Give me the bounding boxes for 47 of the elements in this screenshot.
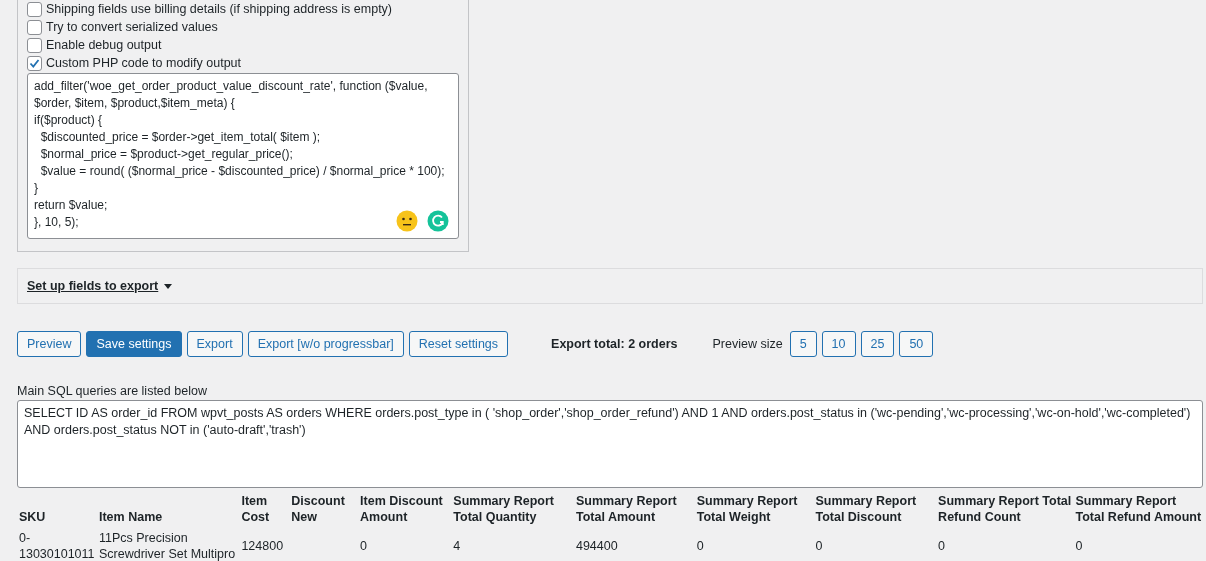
table-cell: 4 (453, 539, 461, 553)
table-cell: 0-13030101011 (19, 531, 95, 561)
table-cell: 0 (360, 539, 368, 553)
preview-size-label: Preview size (712, 337, 783, 351)
table-cell: 0 (815, 539, 823, 553)
checkbox[interactable] (27, 19, 42, 35)
checkbox-label: Shipping fields use billing details (if shipping address is empty) (46, 2, 392, 16)
table-cell: 11Pcs Precision Screwdriver Set Multipro (99, 531, 236, 561)
caret-icon[interactable] (164, 283, 173, 289)
table-cell: 0 (696, 539, 704, 553)
checkbox-label: Enable debug output (46, 38, 162, 52)
checkbox-label: Custom PHP code to modify output (46, 56, 241, 70)
preview-size-button[interactable]: 10 (821, 331, 856, 357)
table-cell: 0 (938, 539, 946, 553)
preview-size-button[interactable]: 50 (899, 331, 934, 357)
sql-label: Main SQL queries are listed below (17, 384, 208, 398)
column-header: Summary Report Total Refund Amount (1074, 493, 1203, 526)
column-header: Summary Report Total Quantity (452, 493, 556, 526)
table-cell: 124800 (241, 539, 284, 553)
column-header: Summary Report Total Amount (574, 493, 678, 526)
checkbox[interactable] (27, 55, 42, 71)
checkbox[interactable] (27, 1, 42, 17)
checkbox-label: Try to convert serialized values (46, 20, 218, 34)
column-header: Item Name (98, 509, 164, 526)
checkbox[interactable] (27, 37, 42, 53)
action-button[interactable]: Reset settings (408, 331, 509, 357)
column-header: SKU (18, 509, 47, 526)
code-field[interactable]: add_filter('woe_get_order_product_value_discount_rate', function ($value, $order, $item, $product,$item_meta) { if($product) { $discounted_price = $order->get_item_total( $item ); $normal_price = $product->get_regular_price(); $value = round( ($normal_price - $discounted_price) / $normal_price * 100); } return $value; }, 10, 5); (27, 73, 459, 239)
column-header: Summary Report Total Refund Count (937, 493, 1073, 526)
preview-size-button[interactable]: 5 (789, 331, 817, 357)
column-header: Item Cost (240, 493, 271, 526)
setup-fields-link[interactable]: Set up fields to export (27, 279, 159, 293)
action-button[interactable]: Preview (17, 331, 82, 357)
column-header: Summary Report Total Weight (695, 493, 799, 526)
sql-field[interactable]: SELECT ID AS order_id FROM wpvt_posts AS orders WHERE orders.post_type in ( 'shop_order','shop_order_refund') AND 1 AND orders.post_status in ('wc-pending','wc-processing','wc-on-hold','wc-completed') AND orders.post_status NOT in ('auto-draft','trash') (17, 400, 1203, 488)
neutral-face-icon (396, 210, 418, 232)
column-header: Discount New (290, 493, 346, 526)
export-total: Export total: 2 orders (551, 337, 678, 351)
table-cell: 494400 (575, 539, 618, 553)
action-button[interactable]: Export (186, 331, 243, 357)
action-button[interactable]: Save settings (86, 331, 182, 357)
column-header: Summary Report Total Discount (814, 493, 918, 526)
g-logo-icon[interactable] (427, 210, 449, 232)
column-header: Item Discount Amount (359, 493, 444, 526)
table-cell: 0 (1075, 539, 1083, 553)
action-button[interactable]: Export [w/o progressbar] (247, 331, 404, 357)
preview-size-button[interactable]: 25 (860, 331, 895, 357)
